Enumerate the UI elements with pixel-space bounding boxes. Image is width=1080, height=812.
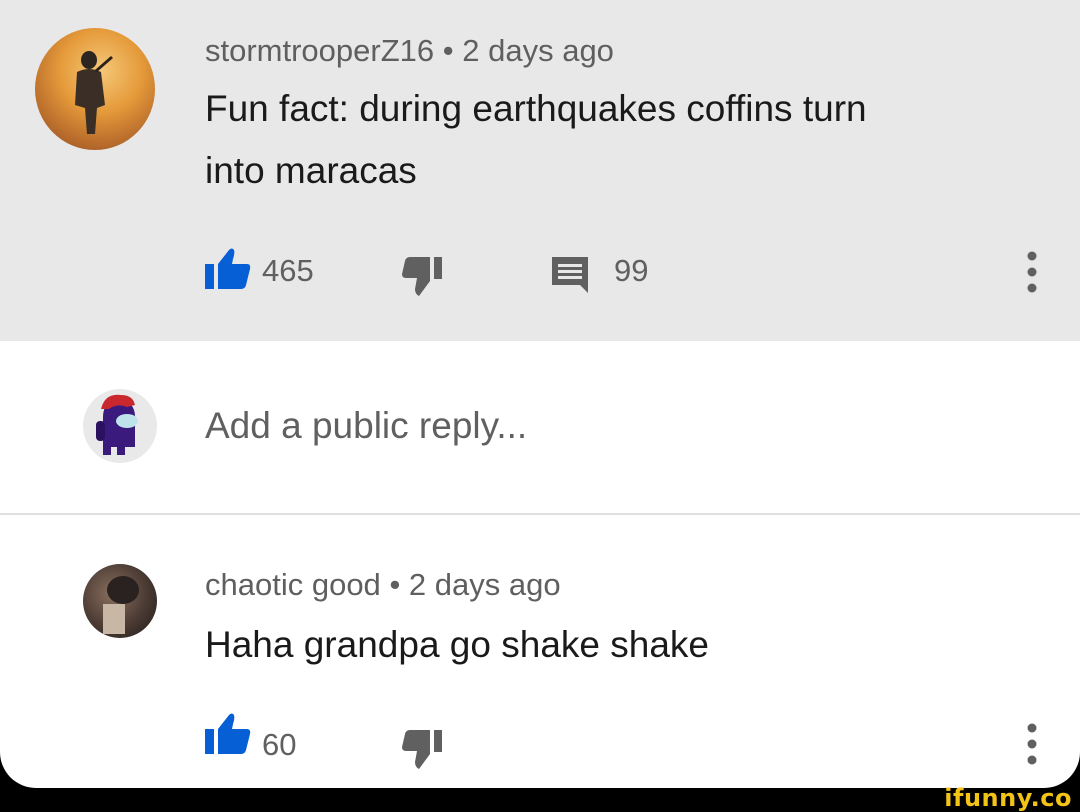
like-count: 60 <box>262 727 297 762</box>
current-user-avatar <box>83 389 157 463</box>
like-icon[interactable] <box>205 712 251 754</box>
comment-time[interactable]: 2 days ago <box>462 33 614 68</box>
reply-meta: chaotic good • 2 days ago <box>205 567 561 603</box>
reply-time[interactable]: 2 days ago <box>409 567 561 602</box>
comment-meta: stormtrooperZ16 • 2 days ago <box>205 33 614 69</box>
highlighted-comment: stormtrooperZ16 • 2 days ago Fun fact: d… <box>0 0 1080 341</box>
meta-separator: • <box>442 33 454 68</box>
more-options-icon[interactable] <box>1022 722 1042 766</box>
reply-count: 99 <box>614 253 649 288</box>
comment-text: Fun fact: during earthquakes coffins tur… <box>205 78 867 202</box>
mandalorian-figure-icon <box>75 51 113 134</box>
dislike-icon[interactable] <box>402 257 442 297</box>
reply-comment-icon[interactable] <box>550 255 590 293</box>
comment-thread: stormtrooperZ16 • 2 days ago Fun fact: d… <box>0 0 1080 788</box>
more-options-icon[interactable] <box>1022 250 1042 294</box>
comment-text-line: into maracas <box>205 150 417 191</box>
meta-separator: • <box>389 567 401 602</box>
among-us-crewmate-icon <box>96 394 138 455</box>
reply-avatar[interactable] <box>83 564 157 638</box>
avatar[interactable] <box>35 28 155 150</box>
profile-photo-icon <box>103 576 139 634</box>
reply-username[interactable]: chaotic good <box>205 567 381 602</box>
divider <box>0 513 1080 515</box>
reply-input[interactable] <box>205 405 905 447</box>
like-count: 465 <box>262 253 314 288</box>
comment-username[interactable]: stormtrooperZ16 <box>205 33 434 68</box>
comment-text-line: Fun fact: during earthquakes coffins tur… <box>205 88 867 129</box>
like-icon[interactable] <box>205 247 251 289</box>
reply-text: Haha grandpa go shake shake <box>205 624 709 665</box>
dislike-icon[interactable] <box>402 730 442 770</box>
